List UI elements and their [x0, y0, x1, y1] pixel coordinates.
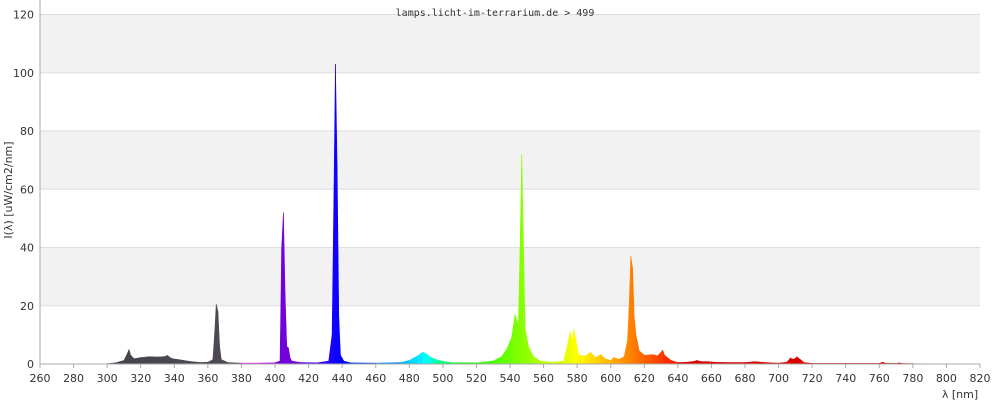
spectrum-segment — [790, 357, 794, 365]
y-tick-label: 40 — [20, 242, 34, 255]
background-band — [40, 72, 980, 132]
chart-title: lamps.licht-im-terrarium.de > 499 — [396, 8, 595, 19]
y-tick-label: 20 — [20, 300, 34, 313]
spectrum-chart: 260 280 300 320 340 360 380 400 420 440 460 480 500 5… — [2, 0, 991, 400]
spectrum-segment — [148, 356, 158, 365]
x-tick-label: 460 — [365, 372, 386, 385]
x-tick-label: 380 — [231, 372, 252, 385]
x-tick-label: 320 — [130, 372, 151, 385]
x-tick-label: 720 — [802, 372, 823, 385]
spectrum-segment — [140, 356, 150, 365]
background-band — [40, 189, 980, 248]
y-tick-label: 80 — [20, 125, 34, 138]
x-tick-label: 760 — [869, 372, 890, 385]
spectrum-segment — [643, 354, 653, 365]
y-tick-label: 100 — [13, 67, 34, 80]
y-tick-label: 120 — [13, 9, 34, 22]
x-tick-label: 500 — [432, 372, 453, 385]
x-tick-label: 540 — [500, 372, 521, 385]
y-axis-ticks: 0 20 40 60 80 100 120 — [13, 9, 34, 371]
x-tick-label: 260 — [30, 372, 51, 385]
x-tick-label: 580 — [567, 372, 588, 385]
x-tick-label: 560 — [533, 372, 554, 385]
spectrum-segment — [133, 357, 142, 365]
x-tick-label: 700 — [768, 372, 789, 385]
x-tick-label: 280 — [63, 372, 84, 385]
x-tick-label: 300 — [97, 372, 118, 385]
spectrum-segment — [173, 358, 182, 365]
spectrum-segment — [422, 351, 427, 365]
x-tick-label: 780 — [902, 372, 923, 385]
x-tick-label: 740 — [835, 372, 856, 385]
x-axis-ticks: 260 280 300 320 340 360 380 400 420 440 460 480 500 5… — [30, 364, 991, 385]
x-tick-label: 600 — [600, 372, 621, 385]
x-tick-label: 800 — [936, 372, 957, 385]
spectrum-segment — [157, 356, 165, 365]
x-tick-label: 420 — [298, 372, 319, 385]
y-tick-label: 60 — [20, 183, 34, 196]
x-tick-label: 360 — [197, 372, 218, 385]
background-band — [40, 14, 980, 73]
y-tick-label: 0 — [27, 358, 34, 371]
y-axis-label: I(λ) [uW/cm2/nm] — [2, 141, 15, 238]
x-tick-label: 640 — [667, 372, 688, 385]
background-band — [40, 131, 980, 190]
x-tick-label: 480 — [399, 372, 420, 385]
x-axis-label: λ [nm] — [942, 388, 978, 400]
spectrum-segment — [170, 357, 175, 365]
x-tick-label: 400 — [265, 372, 286, 385]
spectrum-segment — [163, 355, 168, 365]
x-tick-label: 520 — [466, 372, 487, 385]
x-tick-label: 680 — [735, 372, 756, 385]
x-tick-label: 660 — [701, 372, 722, 385]
background-bands — [40, 0, 980, 364]
background-band — [40, 247, 980, 306]
spectrum-segment — [578, 354, 586, 365]
x-tick-label: 820 — [970, 372, 991, 385]
x-tick-label: 440 — [332, 372, 353, 385]
x-tick-label: 620 — [634, 372, 655, 385]
spectrum-segment — [652, 354, 659, 365]
x-tick-label: 340 — [164, 372, 185, 385]
